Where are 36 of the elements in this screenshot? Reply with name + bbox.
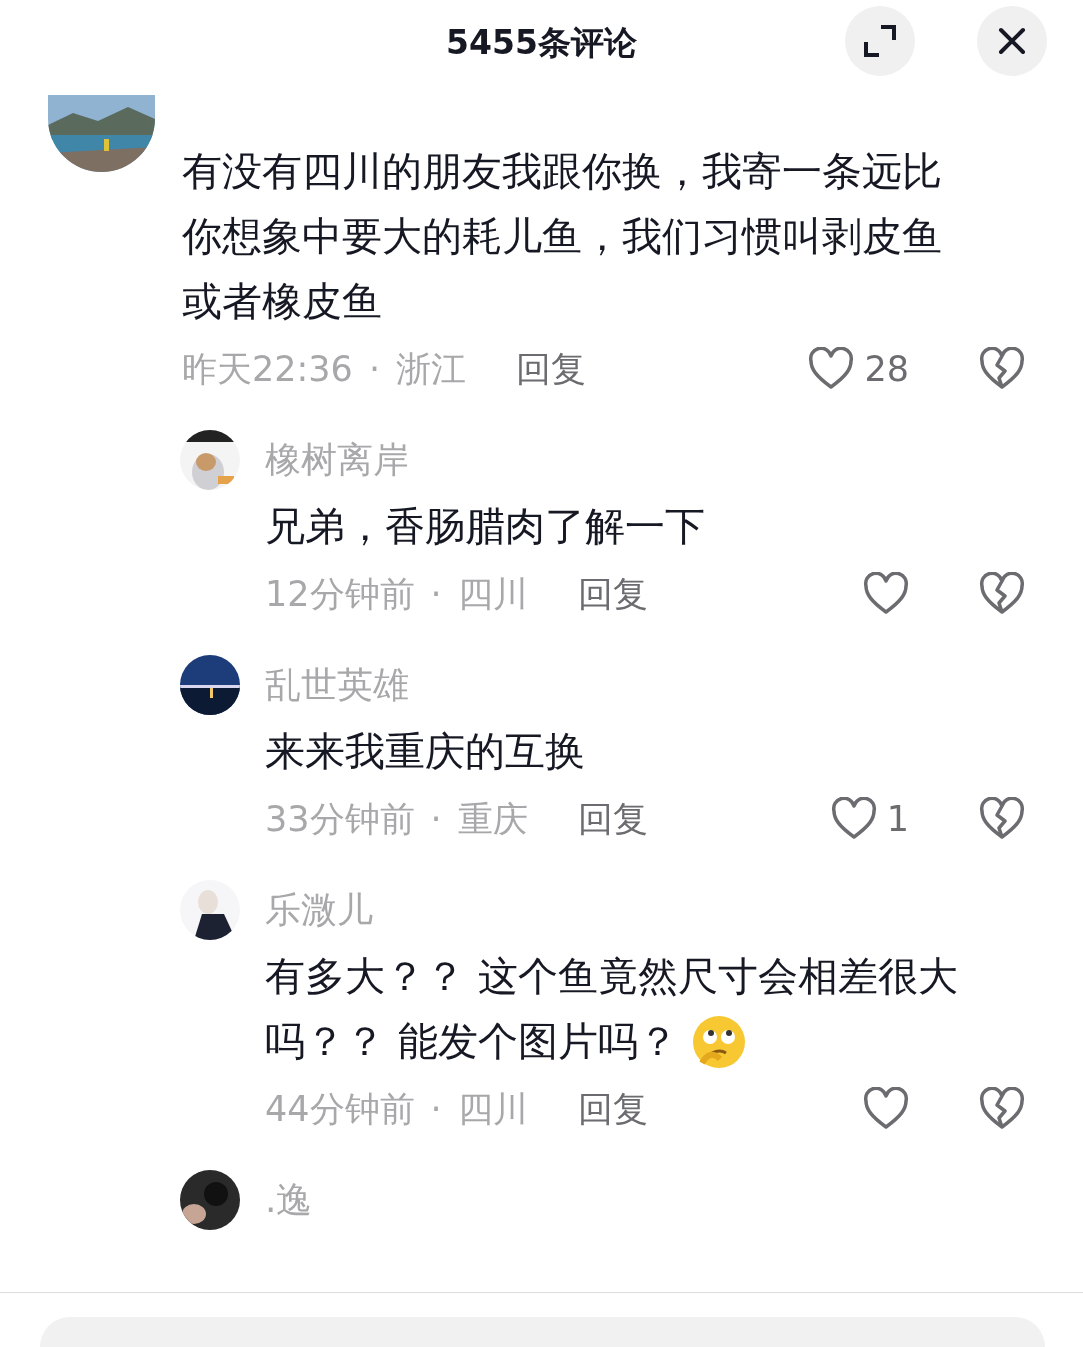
reply-link[interactable]: 回复 bbox=[516, 342, 586, 396]
comment-count-title: 5455条评论 bbox=[446, 21, 637, 64]
separator-dot: · bbox=[430, 797, 442, 841]
reply-link[interactable]: 回复 bbox=[577, 1082, 648, 1136]
comment-location: 重庆 bbox=[457, 797, 528, 841]
comment-location: 四川 bbox=[457, 1087, 528, 1131]
like-count: 28 bbox=[864, 347, 909, 391]
separator-dot: · bbox=[430, 572, 442, 616]
comment-time: 44分钟前 bbox=[265, 1087, 415, 1131]
comment-text: 有没有四川的朋友我跟你换，我寄一条远比 bbox=[182, 147, 942, 196]
close-icon bbox=[998, 27, 1026, 55]
comment-text: 或者橡皮鱼 bbox=[182, 277, 382, 326]
separator-dot: · bbox=[368, 347, 380, 391]
comment-text: 有多大？？ 这个鱼竟然尺寸会相差很大 bbox=[265, 952, 958, 1001]
comment-text: 吗？？ 能发个图片吗？ bbox=[265, 1017, 678, 1066]
comment-time: 昨天22:36 bbox=[182, 347, 353, 391]
comment-time: 33分钟前 bbox=[265, 797, 415, 841]
separator-dot: · bbox=[430, 1087, 442, 1131]
comment-text: 来来我重庆的互换 bbox=[265, 727, 585, 776]
heart-icon[interactable] bbox=[863, 1087, 909, 1131]
broken-heart-icon[interactable] bbox=[979, 1087, 1025, 1131]
broken-heart-icon[interactable] bbox=[979, 572, 1025, 616]
comment-location: 四川 bbox=[457, 572, 528, 616]
broken-heart-icon[interactable] bbox=[979, 797, 1025, 841]
comment-text: 你想象中要大的耗儿鱼，我们习惯叫剥皮鱼 bbox=[182, 212, 942, 261]
comment-location: 浙江 bbox=[396, 347, 466, 391]
expand-icon bbox=[863, 24, 897, 58]
heart-icon[interactable] bbox=[808, 347, 855, 391]
reply-link[interactable]: 回复 bbox=[577, 567, 648, 621]
heart-icon[interactable] bbox=[830, 797, 877, 841]
broken-heart-icon[interactable] bbox=[979, 347, 1025, 391]
comment-time: 12分钟前 bbox=[265, 572, 415, 616]
heart-icon[interactable] bbox=[863, 572, 909, 616]
comment-text: 兄弟，香肠腊肉了解一下 bbox=[265, 502, 705, 551]
like-count: 1 bbox=[886, 797, 909, 841]
reply-link[interactable]: 回复 bbox=[577, 792, 648, 846]
